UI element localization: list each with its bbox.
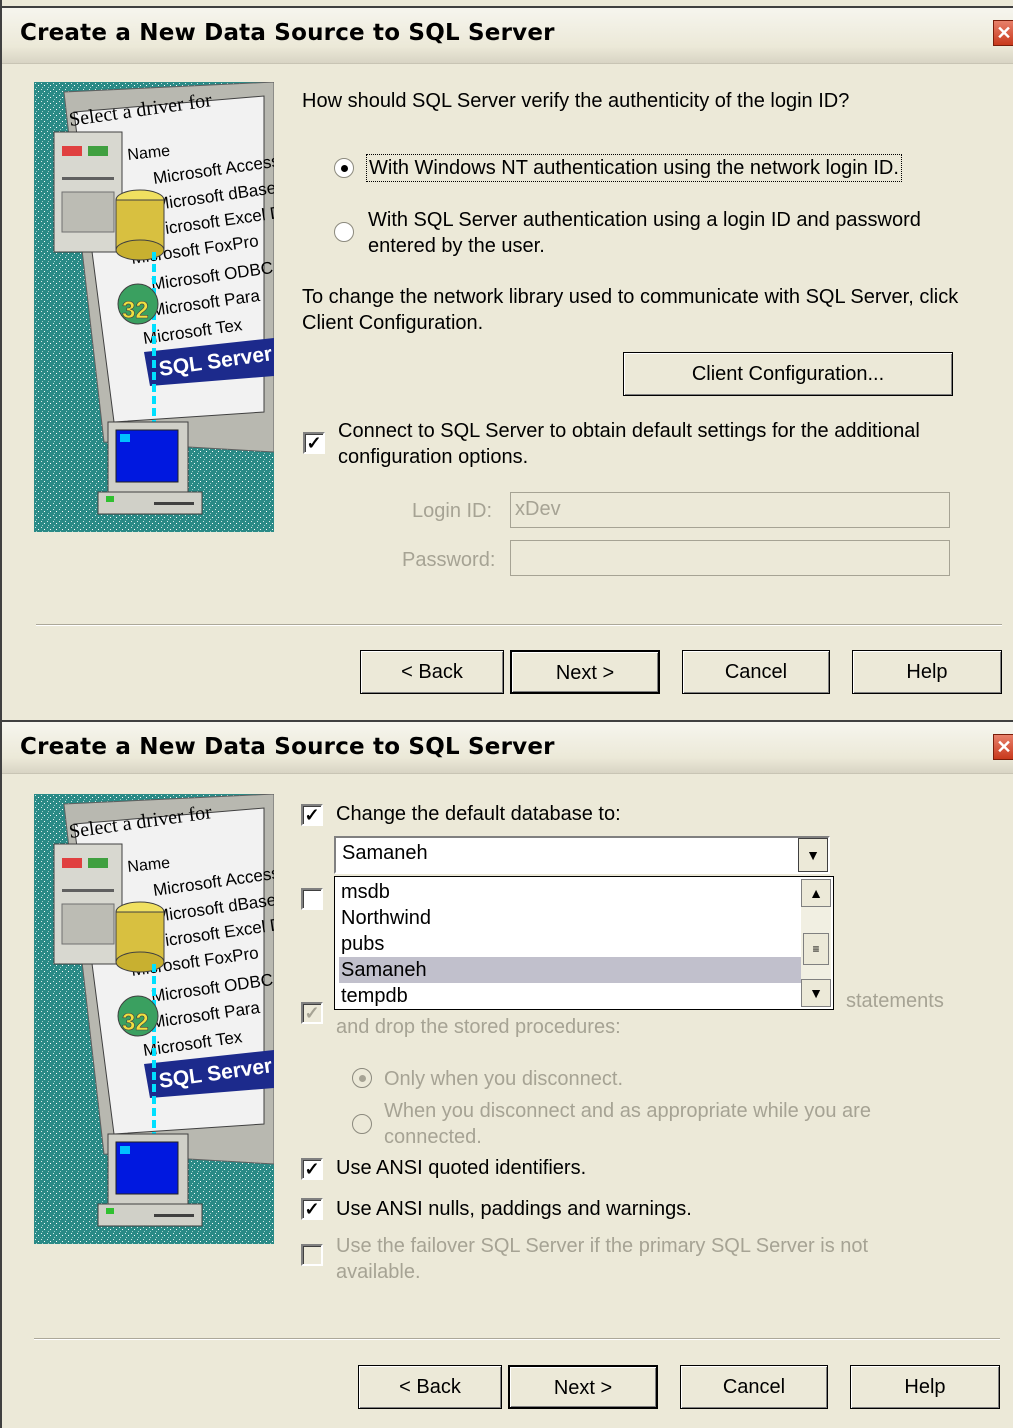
- stored-proc-tail: statements: [846, 990, 944, 1012]
- failover-checkbox[interactable]: [301, 1244, 323, 1266]
- wizard-illustration: Select a driver for Name Microsoft Acces…: [34, 794, 274, 1244]
- radio-only-disconnect-label[interactable]: Only when you disconnect.: [384, 1066, 623, 1092]
- radio-windows-auth-label[interactable]: With Windows NT authentication using the…: [366, 154, 902, 182]
- wizard-illustration: Select a driver for Name Microsoft Acces…: [34, 82, 274, 532]
- cancel-button[interactable]: Cancel: [682, 650, 830, 694]
- window-title: Create a New Data Source to SQL Server: [20, 734, 555, 760]
- scroll-down-button[interactable]: ▼: [801, 979, 831, 1007]
- help-button[interactable]: Help: [850, 1365, 1000, 1409]
- window-title: Create a New Data Source to SQL Server: [20, 20, 555, 46]
- dialog-authentication: Create a New Data Source to SQL Server ✕…: [0, 0, 1013, 716]
- list-item[interactable]: tempdb: [339, 983, 801, 1009]
- close-button[interactable]: ✕: [993, 734, 1013, 760]
- close-icon: ✕: [996, 737, 1012, 757]
- network-library-text: To change the network library used to co…: [302, 286, 959, 334]
- dropdown-scrollbar[interactable]: ▲ ≡ ▼: [801, 879, 831, 1007]
- chevron-down-icon: ▼: [809, 985, 823, 1001]
- connect-label[interactable]: Connect to SQL Server to obtain default …: [338, 418, 958, 470]
- database-dropdown-list[interactable]: msdb Northwind pubs Samaneh tempdb ▲ ≡ ▼: [334, 876, 834, 1010]
- grip-icon: ≡: [812, 942, 820, 956]
- password-label: Password:: [402, 549, 496, 571]
- radio-only-disconnect[interactable]: [352, 1068, 372, 1088]
- ansi-quoted-label[interactable]: Use ANSI quoted identifiers.: [336, 1155, 586, 1181]
- chevron-up-icon: ▲: [809, 885, 823, 901]
- list-item-selected[interactable]: Samaneh: [339, 957, 801, 983]
- ansi-nulls-checkbox[interactable]: ✓: [301, 1198, 323, 1220]
- list-item[interactable]: Northwind: [339, 905, 801, 931]
- cancel-button[interactable]: Cancel: [680, 1365, 828, 1409]
- separator: [36, 624, 1002, 626]
- help-button[interactable]: Help: [852, 650, 1002, 694]
- login-id-field[interactable]: xDev: [510, 492, 950, 528]
- title-bar: Create a New Data Source to SQL Server ✕: [2, 720, 1013, 774]
- combo-dropdown-button[interactable]: ▼: [798, 838, 828, 872]
- close-icon: ✕: [996, 23, 1012, 43]
- auth-question: How should SQL Server verify the authent…: [302, 90, 850, 112]
- ansi-nulls-label[interactable]: Use ANSI nulls, paddings and warnings.: [336, 1196, 692, 1222]
- back-button[interactable]: < Back: [358, 1365, 502, 1409]
- art-badge: 32: [122, 297, 149, 324]
- ansi-quoted-checkbox[interactable]: ✓: [301, 1158, 323, 1180]
- stored-proc-checkbox[interactable]: ✓: [301, 1002, 323, 1024]
- scroll-thumb[interactable]: ≡: [803, 933, 829, 965]
- stored-proc-line2: and drop the stored procedures:: [336, 1016, 621, 1038]
- next-button[interactable]: Next >: [510, 650, 660, 694]
- change-db-label[interactable]: Change the default database to:: [336, 801, 621, 827]
- list-item[interactable]: pubs: [339, 931, 801, 957]
- scroll-up-button[interactable]: ▲: [801, 879, 831, 907]
- hidden-checkbox[interactable]: [301, 888, 323, 910]
- default-database-combo[interactable]: Samaneh ▼: [334, 836, 830, 874]
- login-id-label: Login ID:: [412, 500, 493, 522]
- change-db-checkbox[interactable]: ✓: [301, 804, 323, 826]
- radio-when-disconnect-label[interactable]: When you disconnect and as appropriate w…: [384, 1098, 944, 1150]
- radio-windows-auth[interactable]: [334, 158, 354, 178]
- chevron-down-icon: ▼: [806, 847, 820, 863]
- password-field[interactable]: [510, 540, 950, 576]
- back-button[interactable]: < Back: [360, 650, 504, 694]
- combo-value: Samaneh: [342, 842, 428, 864]
- connect-checkbox[interactable]: ✓: [303, 432, 325, 454]
- radio-sql-auth-label[interactable]: With SQL Server authentication using a l…: [368, 207, 968, 259]
- radio-sql-auth[interactable]: [334, 222, 354, 242]
- radio-when-disconnect[interactable]: [352, 1114, 372, 1134]
- failover-label[interactable]: Use the failover SQL Server if the prima…: [336, 1233, 936, 1285]
- client-configuration-button[interactable]: Client Configuration...: [623, 352, 953, 396]
- art-badge: 32: [122, 1009, 149, 1036]
- list-item[interactable]: msdb: [339, 879, 801, 905]
- separator: [34, 1338, 1000, 1340]
- next-button[interactable]: Next >: [508, 1365, 658, 1409]
- title-bar: Create a New Data Source to SQL Server ✕: [2, 6, 1013, 64]
- close-button[interactable]: ✕: [993, 20, 1013, 46]
